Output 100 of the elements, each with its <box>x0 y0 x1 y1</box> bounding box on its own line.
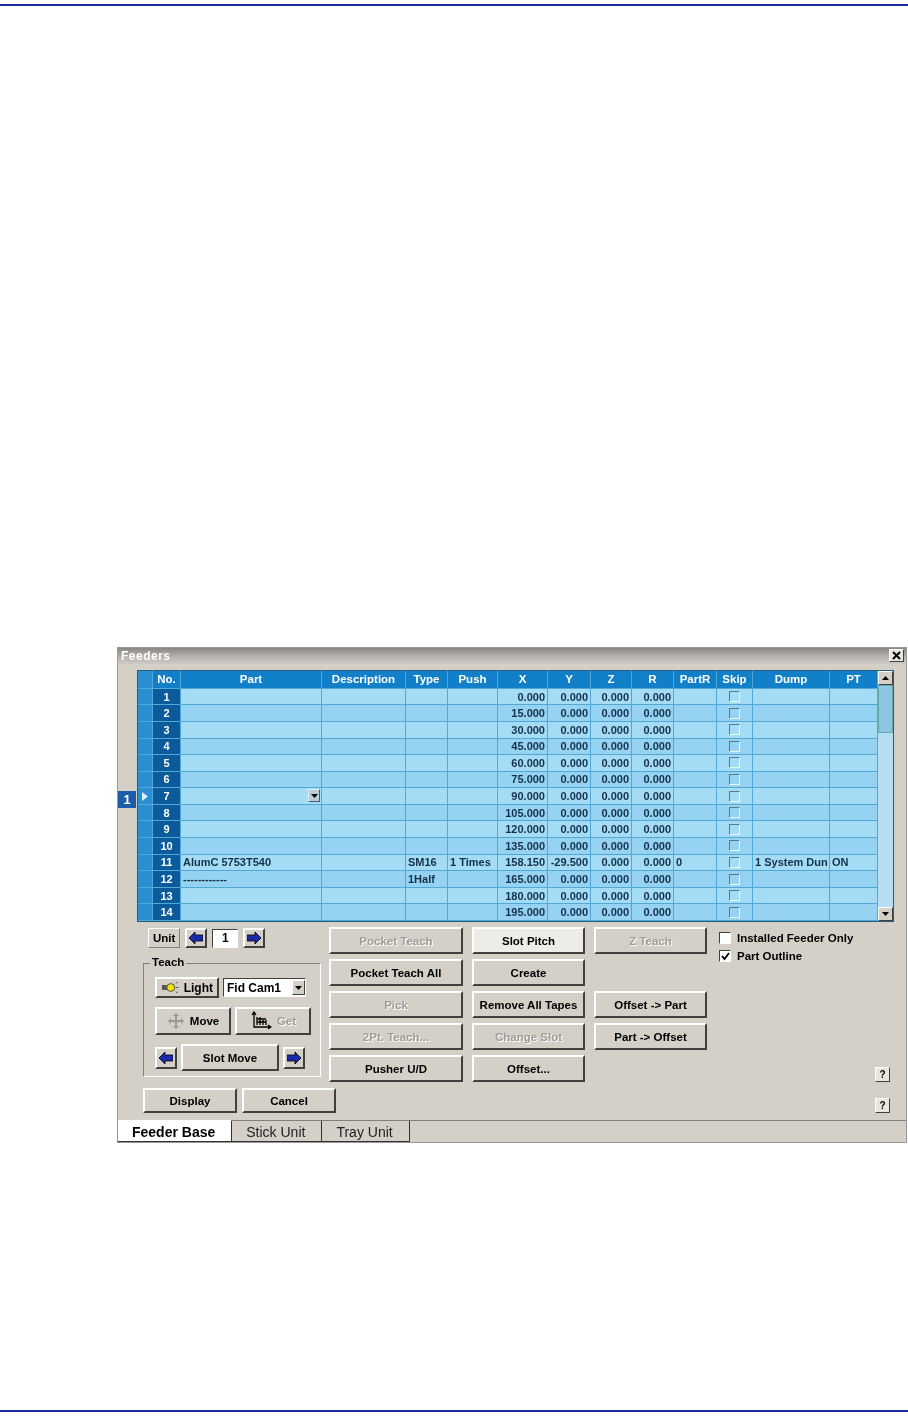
table-cell: 0.000 <box>591 721 631 738</box>
command-button[interactable]: Create <box>472 959 585 987</box>
column-header[interactable]: Push <box>448 670 497 688</box>
row-selector[interactable] <box>138 788 152 804</box>
table-cell <box>448 788 497 804</box>
row-number: 1 <box>153 688 180 705</box>
close-button[interactable] <box>889 649 904 663</box>
column-header[interactable]: Dump <box>753 670 829 688</box>
checkbox[interactable] <box>719 932 731 945</box>
row-number: 8 <box>153 804 180 821</box>
skip-checkbox[interactable] <box>729 856 740 868</box>
column-header[interactable]: Y <box>548 670 590 688</box>
command-button[interactable]: Offset -> Part <box>594 991 707 1019</box>
column-header[interactable]: Z <box>591 670 631 688</box>
skip-checkbox[interactable] <box>729 707 740 719</box>
table-cell: 0.000 <box>591 854 631 871</box>
checkbox[interactable] <box>719 950 731 963</box>
action-button[interactable]: Cancel <box>242 1088 336 1114</box>
skip-checkbox[interactable] <box>729 790 740 802</box>
table-cell <box>448 771 497 788</box>
slot-left-button[interactable] <box>155 1046 177 1069</box>
next-unit-button[interactable] <box>243 928 266 949</box>
column-header[interactable]: R <box>632 670 673 688</box>
skip-checkbox[interactable] <box>729 807 740 819</box>
table-cell: 0.000 <box>591 705 631 721</box>
column-header[interactable]: PartR <box>674 670 716 688</box>
right-arrow-icon <box>287 1051 301 1064</box>
table-cell <box>448 688 497 705</box>
tab[interactable]: Stick Unit <box>232 1121 323 1142</box>
table-cell: 0.000 <box>548 755 590 771</box>
tab[interactable]: Feeder Base <box>118 1120 233 1142</box>
table-cell <box>830 721 877 738</box>
light-button[interactable]: Light <box>155 977 219 999</box>
column-header[interactable]: X <box>498 670 547 688</box>
slot-right-button[interactable] <box>283 1046 305 1069</box>
table-cell <box>830 788 877 804</box>
scroll-down-icon[interactable] <box>882 912 889 917</box>
table-cell: 0.000 <box>591 788 631 804</box>
row-number: 5 <box>153 755 180 771</box>
tab[interactable]: Tray Unit <box>322 1121 410 1142</box>
skip-checkbox[interactable] <box>729 740 740 752</box>
help-button[interactable]: ? <box>875 1098 890 1114</box>
table-cell: 15.000 <box>498 705 547 721</box>
skip-checkbox[interactable] <box>729 691 740 702</box>
four-way-arrow-icon <box>166 1012 185 1031</box>
table-cell <box>830 904 877 921</box>
column-header[interactable]: Description <box>322 670 405 688</box>
table-cell: 0.000 <box>632 887 673 904</box>
skip-checkbox[interactable] <box>729 840 740 852</box>
skip-checkbox[interactable] <box>729 724 740 736</box>
skip-checkbox[interactable] <box>729 823 740 835</box>
previous-unit-button[interactable] <box>185 928 208 949</box>
table-cell <box>830 755 877 771</box>
command-button[interactable]: Offset... <box>472 1055 585 1083</box>
skip-checkbox[interactable] <box>729 873 740 885</box>
row-number: 2 <box>153 705 180 721</box>
table-cell: 75.000 <box>498 771 547 788</box>
move-button[interactable]: Move <box>155 1007 231 1036</box>
skip-checkbox[interactable] <box>729 757 740 769</box>
table-cell: 158.150 <box>498 854 547 871</box>
column-header[interactable]: PT <box>830 670 877 688</box>
table-cell: 0.000 <box>591 755 631 771</box>
scrollbar-thumb[interactable] <box>878 684 893 733</box>
table-cell: 195.000 <box>498 904 547 921</box>
close-icon <box>892 651 901 661</box>
table-cell <box>406 738 447 755</box>
table-cell: 0.000 <box>632 821 673 838</box>
table-cell: 1 Times <box>448 854 497 871</box>
corner-cell[interactable] <box>138 670 152 688</box>
table-cell: 0.000 <box>591 904 631 921</box>
skip-checkbox[interactable] <box>729 774 740 785</box>
table-cell <box>448 821 497 838</box>
table-cell: 0.000 <box>591 771 631 788</box>
command-button[interactable]: Pocket Teach All <box>329 959 463 987</box>
column-header[interactable]: Skip <box>717 670 752 688</box>
skip-checkbox[interactable] <box>729 906 740 918</box>
command-button[interactable]: Pusher U/D <box>329 1055 463 1083</box>
left-arrow-icon <box>189 932 204 945</box>
table-cell <box>448 705 497 721</box>
unit-field[interactable]: 1 <box>212 928 239 948</box>
slot-move-button[interactable]: Slot Move <box>181 1044 279 1072</box>
help-button[interactable]: ? <box>875 1067 890 1083</box>
column-header[interactable]: Type <box>406 670 447 688</box>
action-button[interactable]: Display <box>143 1088 237 1114</box>
command-button[interactable]: Slot Pitch <box>472 927 585 955</box>
camera-dropdown[interactable]: Fid Cam1 <box>223 978 306 998</box>
table-cell <box>448 887 497 904</box>
table-cell <box>448 755 497 771</box>
scroll-up-icon[interactable] <box>882 675 889 680</box>
skip-checkbox[interactable] <box>729 890 740 902</box>
scrollbar[interactable] <box>878 670 893 922</box>
dropdown-arrow-icon[interactable] <box>295 985 302 990</box>
table-cell <box>448 804 497 821</box>
column-header[interactable]: No. <box>153 670 180 688</box>
table-cell: AlumC 5753T540 <box>181 854 321 871</box>
row-number: 12 <box>153 871 180 887</box>
command-button[interactable]: Part -> Offset <box>594 1023 707 1051</box>
command-button[interactable]: Remove All Tapes <box>472 991 585 1019</box>
column-header[interactable]: Part <box>181 670 321 688</box>
row-number: 11 <box>153 854 180 871</box>
